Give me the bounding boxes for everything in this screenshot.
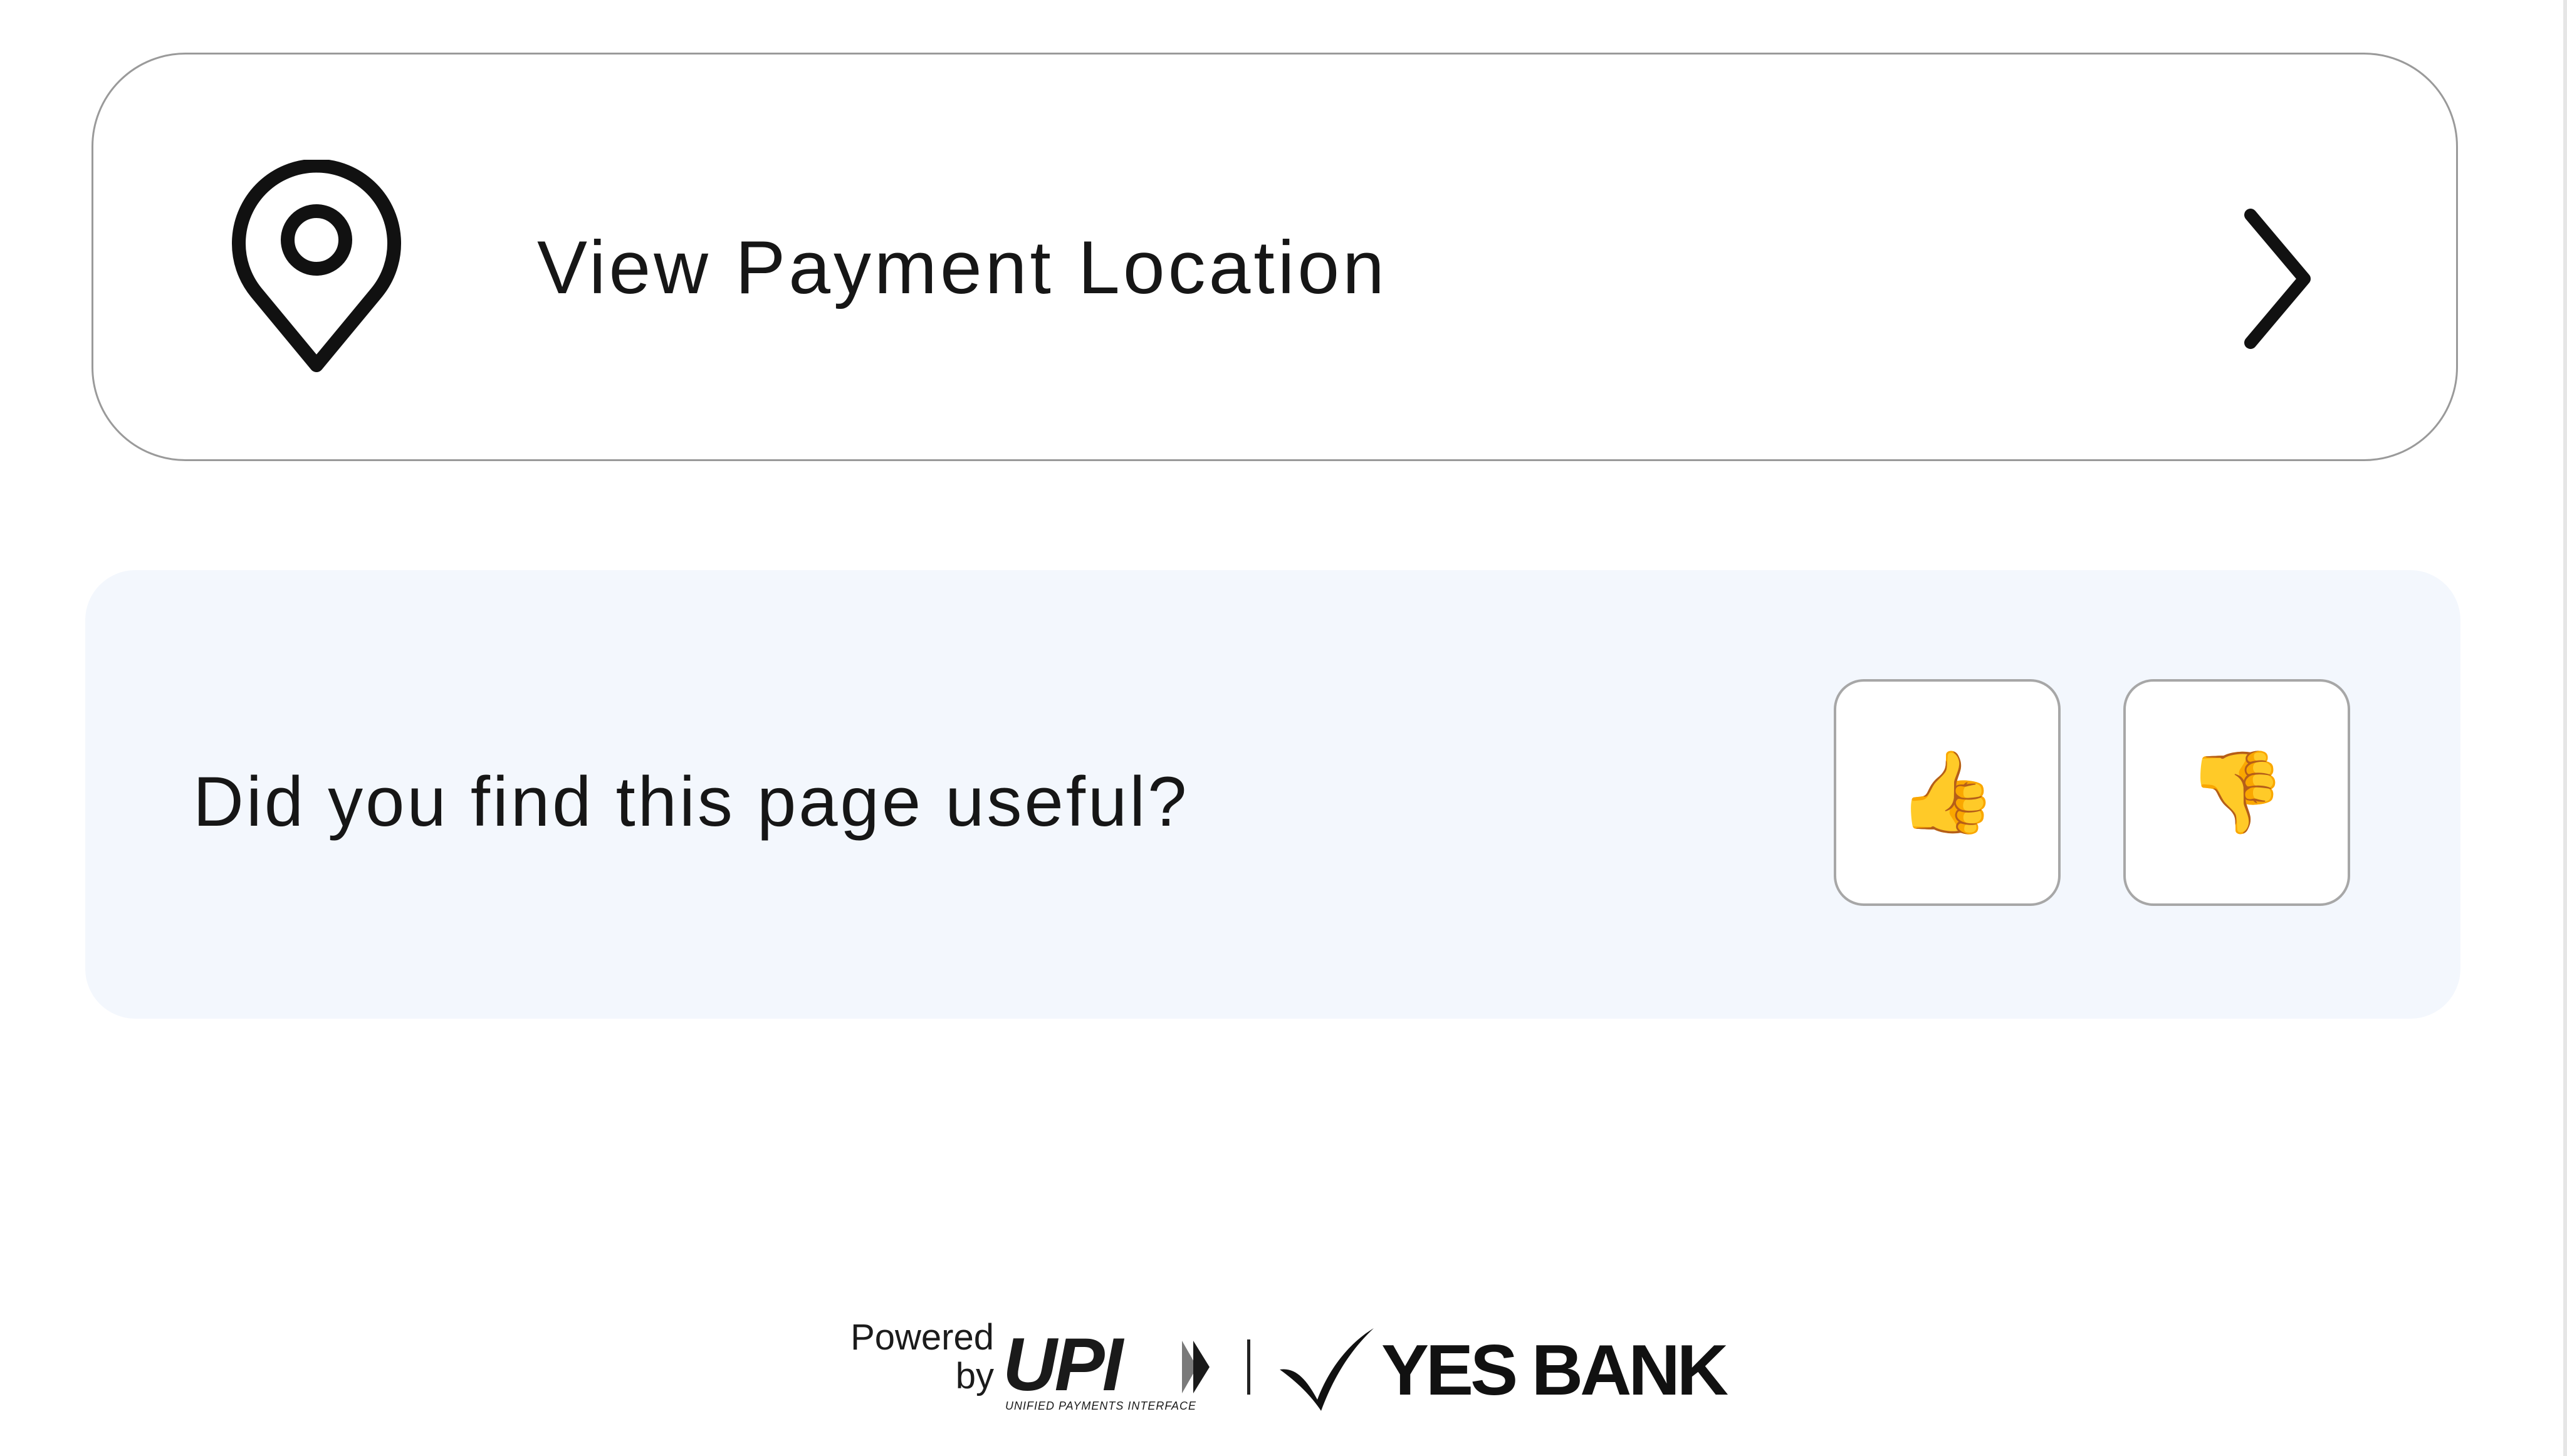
page-edge-divider (2563, 0, 2567, 1456)
upi-logo-text: UPI (1003, 1323, 1123, 1407)
thumbs-up-icon: 👍 (1897, 746, 1997, 839)
feedback-question: Did you find this page useful? (193, 762, 1189, 841)
yes-bank-check-icon (1280, 1328, 1374, 1411)
powered-by-line1: Powered (850, 1317, 994, 1358)
yes-bank-logo-text: YES BANK (1381, 1331, 1728, 1410)
view-payment-location-card[interactable]: View Payment Location (91, 53, 2458, 461)
map-pin-icon (232, 160, 401, 372)
powered-by-text: Powered by (825, 1318, 994, 1396)
feedback-panel: Did you find this page useful? 👍 👎 (85, 570, 2460, 1019)
brand-divider (1247, 1339, 1250, 1395)
upi-logo: UPI UNIFIED PAYMENTS INTERFACE (1003, 1327, 1216, 1415)
chevron-right-icon (2244, 209, 2311, 349)
thumbs-down-icon: 👎 (2187, 746, 2287, 839)
powered-by-line2: by (955, 1356, 994, 1396)
thumbs-down-button[interactable]: 👎 (2123, 679, 2350, 906)
view-payment-location-label: View Payment Location (537, 226, 1388, 309)
upi-arrow-icon (1182, 1341, 1210, 1393)
thumbs-up-button[interactable]: 👍 (1834, 679, 2061, 906)
payment-details-page: View Payment Location Did you find this … (0, 0, 2567, 1456)
upi-logo-subtext: UNIFIED PAYMENTS INTERFACE (1005, 1400, 1197, 1412)
powered-by-footer: Powered by UPI UNIFIED PAYMENTS INTERFAC… (815, 1313, 1755, 1432)
